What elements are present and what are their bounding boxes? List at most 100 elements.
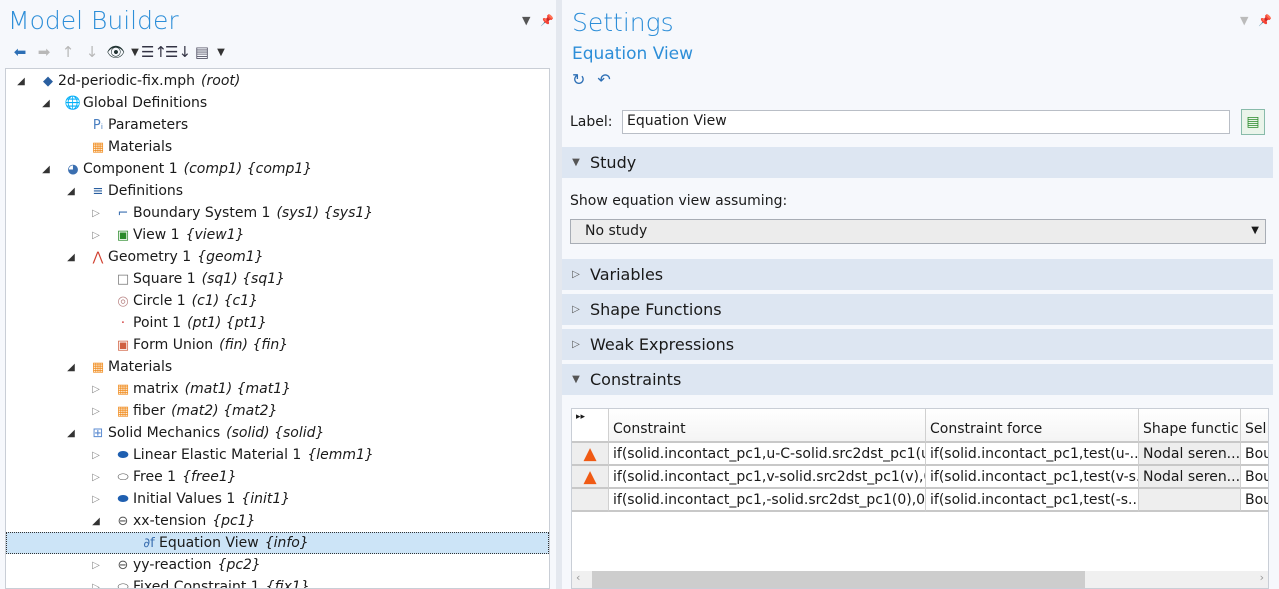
tree-item[interactable]: ◢ ◆ 2d-periodic-fix.mph (root) xyxy=(6,70,549,92)
show-icon[interactable]: 👁 xyxy=(104,42,128,62)
constraints-table: ‹ › ▸▸ Constraint Constraint force Shape fu… xyxy=(571,408,1269,589)
panel-menu-icon[interactable]: ▼ xyxy=(522,14,530,27)
tree-item[interactable]: ◢ ⋀ Geometry 1 {geom1} xyxy=(6,246,549,268)
move-down-icon[interactable]: ↓ xyxy=(80,42,104,62)
collapse-arrow-icon[interactable]: ◢ xyxy=(40,164,52,175)
collapse-arrow-icon[interactable]: ◢ xyxy=(65,428,77,439)
view-list-icon[interactable]: ▤ xyxy=(190,42,214,62)
tree-item[interactable]: ▷ ⬭ Free 1 {free1} xyxy=(6,466,549,488)
row-header: ▲ xyxy=(572,443,609,466)
refresh-icon[interactable]: ↻ xyxy=(572,70,585,89)
view-dropdown-icon[interactable]: ▼ xyxy=(214,42,228,62)
scrollbar-thumb[interactable] xyxy=(592,571,1085,588)
label-input[interactable]: Equation View xyxy=(622,110,1230,134)
panel-menu-icon[interactable]: ▼ xyxy=(1240,14,1248,27)
item-name: matrix xyxy=(133,381,179,397)
pin-icon[interactable]: 📌 xyxy=(540,14,554,27)
expand-arrow-icon[interactable]: ▷ xyxy=(90,494,102,505)
expanded-arrow-icon: ▼ xyxy=(572,374,580,385)
study-select[interactable]: No study ▼ xyxy=(570,219,1266,244)
expand-arrow-icon[interactable]: ▷ xyxy=(90,208,102,219)
collapse-arrow-icon[interactable]: ◢ xyxy=(65,362,77,373)
section-constraints[interactable]: ▼ Constraints xyxy=(562,364,1273,395)
collapsed-arrow-icon: ▷ xyxy=(572,269,580,280)
expand-arrow-icon[interactable]: ▷ xyxy=(90,230,102,241)
tree-item[interactable]: ◢ ⊞ Solid Mechanics (solid) {solid} xyxy=(6,422,549,444)
tree-item[interactable]: ▷ ⬬ Linear Elastic Material 1 {lemm1} xyxy=(6,444,549,466)
tree-item[interactable]: ◢ ⊖ xx-tension {pc1} xyxy=(6,510,549,532)
expand-arrow-icon[interactable]: ▷ xyxy=(90,384,102,395)
section-variables[interactable]: ▷ Variables xyxy=(562,259,1273,290)
item-tag: (fin) {fin} xyxy=(219,337,289,353)
tree-item[interactable]: □ Square 1 (sq1) {sq1} xyxy=(6,268,549,290)
table-cell: if(solid.incontact_pc1,u-C-solid.src2dst… xyxy=(609,443,926,466)
circle-icon: ◎ xyxy=(117,293,129,309)
tree-item[interactable]: · Point 1 (pt1) {pt1} xyxy=(6,312,549,334)
tree-item-label: Boundary System 1 (sys1) {sys1} xyxy=(133,205,373,221)
label-edit-button[interactable]: ▤ xyxy=(1241,109,1265,135)
column-header[interactable]: Sel xyxy=(1241,409,1268,443)
tree-item-label: Free 1 {free1} xyxy=(133,469,237,485)
expand-arrow-icon[interactable]: ▷ xyxy=(90,406,102,417)
tree-item[interactable]: ◢ 🌐 Global Definitions xyxy=(6,92,549,114)
tree-item[interactable]: ◢ ≡ Definitions xyxy=(6,180,549,202)
pin-icon[interactable]: 📌 xyxy=(1258,14,1272,27)
table-row[interactable]: if(solid.incontact_pc1,-solid.src2dst_pc… xyxy=(572,489,1268,512)
collapse-arrow-icon[interactable]: ◢ xyxy=(65,252,77,263)
collapsed-arrow-icon: ▷ xyxy=(572,339,580,350)
table-header: ▸▸ Constraint Constraint force Shape functi… xyxy=(572,409,1268,443)
tree-item[interactable]: ▣ Form Union (fin) {fin} xyxy=(6,334,549,356)
expand-icon[interactable]: ☰↑ xyxy=(141,42,167,62)
section-shape-functions[interactable]: ▷ Shape Functions xyxy=(562,294,1273,325)
move-up-icon[interactable]: ↑ xyxy=(56,42,80,62)
item-tag: (c1) {c1} xyxy=(191,293,259,309)
section-study[interactable]: ▼ Study xyxy=(562,147,1273,178)
warning-icon: ▲ xyxy=(583,467,597,487)
undo-icon[interactable]: ↶ xyxy=(597,70,610,89)
item-tag: (pt1) {pt1} xyxy=(187,315,267,331)
column-header[interactable]: Constraint xyxy=(609,409,926,443)
collapse-arrow-icon[interactable]: ◢ xyxy=(15,76,27,87)
item-tag: {geom1} xyxy=(197,249,264,265)
collapse-arrow-icon[interactable]: ◢ xyxy=(65,186,77,197)
table-row[interactable]: ▲ if(solid.incontact_pc1,v-solid.src2dst_… xyxy=(572,466,1268,489)
tree-item[interactable]: ▷ ▦ fiber (mat2) {mat2} xyxy=(6,400,549,422)
horizontal-scrollbar[interactable]: ‹ › xyxy=(572,571,1268,588)
model-tree[interactable]: ◢ ◆ 2d-periodic-fix.mph (root) ◢ 🌐 Global Defi… xyxy=(5,68,550,589)
tree-item[interactable]: ▷ ▦ matrix (mat1) {mat1} xyxy=(6,378,549,400)
collapse-icon[interactable]: ☰↓ xyxy=(165,42,191,62)
tree-item[interactable]: ▦ Materials xyxy=(6,136,549,158)
tree-item-label: Geometry 1 {geom1} xyxy=(108,249,264,265)
tree-item[interactable]: ▷ ⬬ Initial Values 1 {init1} xyxy=(6,488,549,510)
tree-item[interactable]: Pᵢ Parameters xyxy=(6,114,549,136)
section-weak-expressions[interactable]: ▷ Weak Expressions xyxy=(562,329,1273,360)
item-name: Linear Elastic Material 1 xyxy=(133,447,302,463)
forward-arrow-icon[interactable]: ➡ xyxy=(32,42,56,62)
collapse-arrow-icon[interactable]: ◢ xyxy=(40,98,52,109)
tree-item[interactable]: ▷ ⬭ Fixed Constraint 1 {fix1} xyxy=(6,576,549,589)
back-arrow-icon[interactable]: ⬅ xyxy=(8,42,32,62)
equation-icon: ∂f xyxy=(143,535,155,551)
table-row[interactable]: ▲ if(solid.incontact_pc1,u-C-solid.src2ds… xyxy=(572,443,1268,466)
tree-item[interactable]: ◢ ▦ Materials xyxy=(6,356,549,378)
tree-item[interactable]: ▷ ⊖ yy-reaction {pc2} xyxy=(6,554,549,576)
expand-arrow-icon[interactable]: ▷ xyxy=(90,560,102,571)
column-header[interactable]: Shape functic xyxy=(1139,409,1241,443)
tree-item[interactable]: ◢ ◕ Component 1 (comp1) {comp1} xyxy=(6,158,549,180)
collapse-arrow-icon[interactable]: ◢ xyxy=(90,516,102,527)
fixed-constraint-icon: ⬭ xyxy=(117,579,129,589)
show-dropdown-icon[interactable]: ▼ xyxy=(128,42,142,62)
tree-item[interactable]: ▷ ⌐ Boundary System 1 (sys1) {sys1} xyxy=(6,202,549,224)
tree-item-label: Equation View {info} xyxy=(159,535,309,551)
expand-arrow-icon[interactable]: ▷ xyxy=(90,582,102,589)
expand-arrow-icon[interactable]: ▷ xyxy=(90,450,102,461)
tree-item[interactable]: ∂f Equation View {info} xyxy=(6,532,549,554)
expand-arrow-icon[interactable]: ▷ xyxy=(90,472,102,483)
expand-columns-icon[interactable]: ▸▸ xyxy=(572,409,609,443)
tree-item[interactable]: ◎ Circle 1 (c1) {c1} xyxy=(6,290,549,312)
tree-item-label: Solid Mechanics (solid) {solid} xyxy=(108,425,324,441)
table-cell: Nodal seren... xyxy=(1139,466,1241,489)
tree-item[interactable]: ▷ ▣ View 1 {view1} xyxy=(6,224,549,246)
item-tag: (mat2) {mat2} xyxy=(171,403,278,419)
column-header[interactable]: Constraint force xyxy=(926,409,1139,443)
